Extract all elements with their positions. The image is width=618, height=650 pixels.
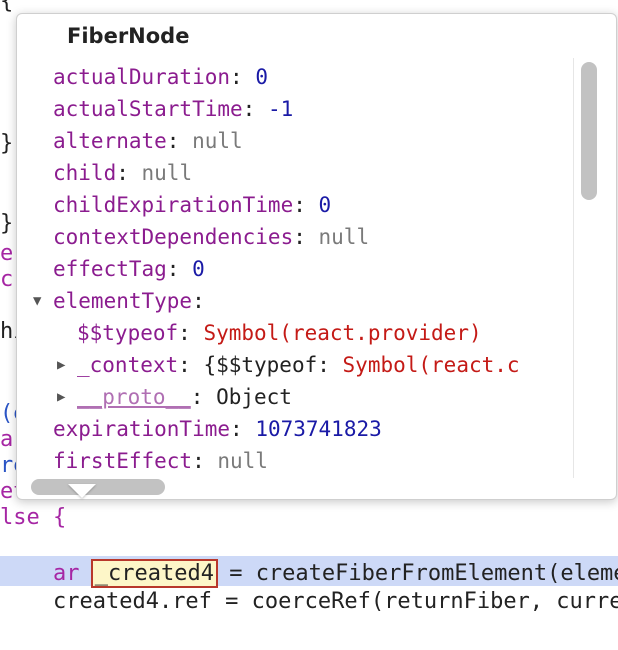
code-line-fragment: } [0,131,14,156]
property-value: null [318,225,370,249]
horizontal-scrollbar-thumb[interactable] [31,479,165,495]
popover-title: FiberNode [67,24,190,48]
property-key: elementType [53,289,193,313]
property-value: Object [216,385,292,409]
property-row: alternate: null [53,125,243,157]
colon: : [190,385,217,409]
next-line-text: created4.ref = coerceRef(returnFiber, cu… [52,589,618,614]
property-value: Symbol(react.provider) [203,321,482,345]
property-key: effectTag [53,257,167,281]
property-row: child: null [53,157,192,189]
property-value: 0 [192,257,205,281]
property-row: childExpirationTime: 0 [53,189,331,221]
colon: : [166,257,193,281]
vertical-scrollbar-thumb[interactable] [581,62,597,200]
property-key: _context [77,353,179,377]
property-value: null [192,129,243,153]
expanded-triangle-icon[interactable]: ▼ [33,285,41,317]
property-row[interactable]: ▶ _context: {$$typeof: Symbol(react.c [57,349,520,381]
property-value-prefix: {$$typeof: [203,353,343,377]
popover-pointer [68,484,96,498]
property-value: Symbol(react.c [342,353,520,377]
property-value: null [141,161,193,185]
property-value: -1 [267,97,294,121]
property-row: contextDependencies: null [53,221,369,253]
property-key: expirationTime [53,417,231,441]
colon: : [242,97,268,121]
collapsed-triangle-icon[interactable]: ▶ [57,349,65,381]
property-value: 1073741823 [255,417,382,441]
property-row: expirationTime: 1073741823 [53,413,382,445]
property-row: actualStartTime: -1 [53,93,293,125]
colon: : [230,417,256,441]
property-row: firstEffect: null [53,445,268,477]
colon: : [166,129,193,153]
property-row: $$typeof: Symbol(react.provider) [77,317,482,349]
colon: : [178,353,204,377]
property-key: child [53,161,117,185]
colon: : [192,289,205,313]
colon: : [192,449,218,473]
code-line-fragment: c [0,267,14,292]
property-key: actualStartTime [53,97,243,121]
code-line-next: created4.ref = coerceRef(returnFiber, cu… [0,554,618,650]
property-key: $$typeof [77,321,179,345]
colon: : [116,161,142,185]
property-value: null [217,449,268,473]
property-key: actualDuration [53,65,231,89]
property-row[interactable]: ▶ __proto__: Object [57,381,292,413]
collapsed-triangle-icon[interactable]: ▶ [57,381,65,413]
property-row[interactable]: ▼ elementType: [33,285,205,317]
property-key: contextDependencies [53,225,294,249]
code-line-fragment: { [0,0,14,14]
property-key: __proto__ [77,385,191,409]
property-key: alternate [53,129,167,153]
colon: : [293,225,319,249]
colon: : [230,65,256,89]
property-key: firstEffect [53,449,193,473]
property-row: effectTag: 0 [53,253,205,285]
property-list: actualDuration: 0 actualStartTime: -1 alte… [17,58,577,478]
scrollbar-divider [573,58,574,478]
colon: : [178,321,204,345]
colon: : [293,193,319,217]
object-preview-popover: FiberNode actualDuration: 0 actualStartTi… [16,13,617,500]
property-value: 0 [318,193,332,217]
code-line-fragment: } [0,211,14,236]
property-value: 0 [255,65,268,89]
property-row: actualDuration: 0 [53,61,268,93]
property-key: childExpirationTime [53,193,294,217]
